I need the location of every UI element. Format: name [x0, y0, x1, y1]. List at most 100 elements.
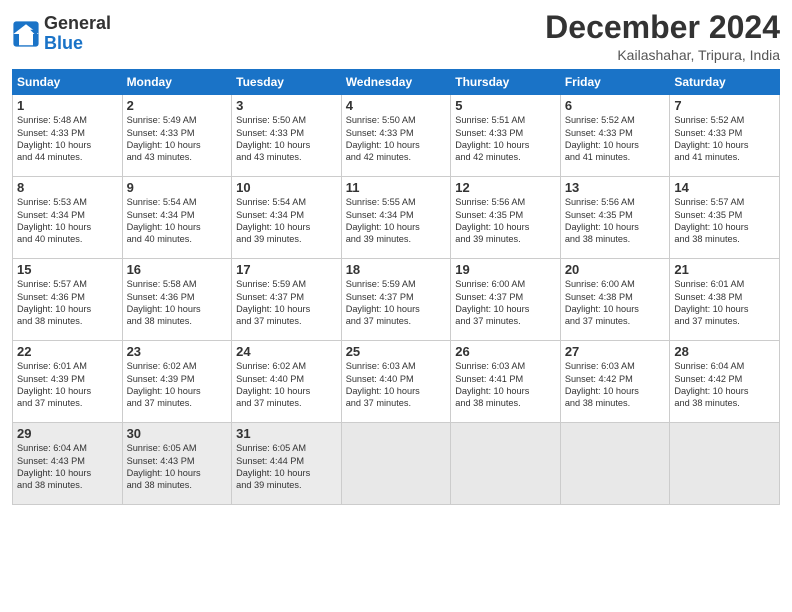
calendar-cell: 31Sunrise: 6:05 AMSunset: 4:44 PMDayligh… [232, 423, 342, 505]
calendar-cell: 29Sunrise: 6:04 AMSunset: 4:43 PMDayligh… [13, 423, 123, 505]
day-number: 22 [17, 344, 118, 359]
day-number: 25 [346, 344, 447, 359]
calendar-table: Sunday Monday Tuesday Wednesday Thursday… [12, 69, 780, 505]
day-info: Sunrise: 6:03 AMSunset: 4:41 PMDaylight:… [455, 360, 556, 410]
calendar-cell [560, 423, 670, 505]
day-number: 6 [565, 98, 666, 113]
day-number: 2 [127, 98, 228, 113]
day-number: 13 [565, 180, 666, 195]
day-info: Sunrise: 5:55 AMSunset: 4:34 PMDaylight:… [346, 196, 447, 246]
day-info: Sunrise: 6:05 AMSunset: 4:43 PMDaylight:… [127, 442, 228, 492]
col-tuesday: Tuesday [232, 70, 342, 95]
day-info: Sunrise: 6:00 AMSunset: 4:37 PMDaylight:… [455, 278, 556, 328]
calendar-cell [341, 423, 451, 505]
day-number: 27 [565, 344, 666, 359]
day-number: 21 [674, 262, 775, 277]
day-info: Sunrise: 5:57 AMSunset: 4:36 PMDaylight:… [17, 278, 118, 328]
month-title: December 2024 [545, 10, 780, 45]
day-number: 30 [127, 426, 228, 441]
day-info: Sunrise: 5:50 AMSunset: 4:33 PMDaylight:… [236, 114, 337, 164]
day-info: Sunrise: 5:52 AMSunset: 4:33 PMDaylight:… [674, 114, 775, 164]
day-number: 11 [346, 180, 447, 195]
col-saturday: Saturday [670, 70, 780, 95]
day-number: 24 [236, 344, 337, 359]
col-friday: Friday [560, 70, 670, 95]
calendar-cell: 8Sunrise: 5:53 AMSunset: 4:34 PMDaylight… [13, 177, 123, 259]
day-info: Sunrise: 5:59 AMSunset: 4:37 PMDaylight:… [346, 278, 447, 328]
day-number: 4 [346, 98, 447, 113]
day-number: 15 [17, 262, 118, 277]
col-sunday: Sunday [13, 70, 123, 95]
calendar-cell: 27Sunrise: 6:03 AMSunset: 4:42 PMDayligh… [560, 341, 670, 423]
day-number: 7 [674, 98, 775, 113]
day-info: Sunrise: 5:54 AMSunset: 4:34 PMDaylight:… [236, 196, 337, 246]
day-info: Sunrise: 5:56 AMSunset: 4:35 PMDaylight:… [455, 196, 556, 246]
day-info: Sunrise: 6:05 AMSunset: 4:44 PMDaylight:… [236, 442, 337, 492]
calendar-cell: 14Sunrise: 5:57 AMSunset: 4:35 PMDayligh… [670, 177, 780, 259]
calendar-cell: 24Sunrise: 6:02 AMSunset: 4:40 PMDayligh… [232, 341, 342, 423]
calendar-cell: 3Sunrise: 5:50 AMSunset: 4:33 PMDaylight… [232, 95, 342, 177]
logo-general: General [44, 13, 111, 33]
day-info: Sunrise: 5:52 AMSunset: 4:33 PMDaylight:… [565, 114, 666, 164]
day-info: Sunrise: 5:49 AMSunset: 4:33 PMDaylight:… [127, 114, 228, 164]
logo: General Blue [12, 14, 111, 54]
day-number: 12 [455, 180, 556, 195]
calendar-cell: 21Sunrise: 6:01 AMSunset: 4:38 PMDayligh… [670, 259, 780, 341]
day-info: Sunrise: 6:02 AMSunset: 4:39 PMDaylight:… [127, 360, 228, 410]
day-info: Sunrise: 5:51 AMSunset: 4:33 PMDaylight:… [455, 114, 556, 164]
day-header-row: Sunday Monday Tuesday Wednesday Thursday… [13, 70, 780, 95]
calendar-cell: 4Sunrise: 5:50 AMSunset: 4:33 PMDaylight… [341, 95, 451, 177]
day-info: Sunrise: 5:56 AMSunset: 4:35 PMDaylight:… [565, 196, 666, 246]
day-number: 19 [455, 262, 556, 277]
day-number: 5 [455, 98, 556, 113]
day-info: Sunrise: 5:58 AMSunset: 4:36 PMDaylight:… [127, 278, 228, 328]
calendar-cell: 11Sunrise: 5:55 AMSunset: 4:34 PMDayligh… [341, 177, 451, 259]
day-info: Sunrise: 6:02 AMSunset: 4:40 PMDaylight:… [236, 360, 337, 410]
day-info: Sunrise: 5:57 AMSunset: 4:35 PMDaylight:… [674, 196, 775, 246]
day-number: 8 [17, 180, 118, 195]
day-info: Sunrise: 5:53 AMSunset: 4:34 PMDaylight:… [17, 196, 118, 246]
col-monday: Monday [122, 70, 232, 95]
calendar-container: General Blue December 2024 Kailashahar, … [0, 0, 792, 513]
day-info: Sunrise: 6:01 AMSunset: 4:38 PMDaylight:… [674, 278, 775, 328]
calendar-cell: 18Sunrise: 5:59 AMSunset: 4:37 PMDayligh… [341, 259, 451, 341]
calendar-cell [451, 423, 561, 505]
day-number: 3 [236, 98, 337, 113]
day-number: 28 [674, 344, 775, 359]
day-info: Sunrise: 6:03 AMSunset: 4:42 PMDaylight:… [565, 360, 666, 410]
title-block: December 2024 Kailashahar, Tripura, Indi… [545, 10, 780, 63]
day-number: 10 [236, 180, 337, 195]
calendar-cell: 26Sunrise: 6:03 AMSunset: 4:41 PMDayligh… [451, 341, 561, 423]
col-wednesday: Wednesday [341, 70, 451, 95]
location: Kailashahar, Tripura, India [545, 47, 780, 63]
calendar-cell: 30Sunrise: 6:05 AMSunset: 4:43 PMDayligh… [122, 423, 232, 505]
calendar-body: 1Sunrise: 5:48 AMSunset: 4:33 PMDaylight… [13, 95, 780, 505]
calendar-cell: 17Sunrise: 5:59 AMSunset: 4:37 PMDayligh… [232, 259, 342, 341]
day-number: 18 [346, 262, 447, 277]
calendar-cell: 13Sunrise: 5:56 AMSunset: 4:35 PMDayligh… [560, 177, 670, 259]
calendar-cell: 22Sunrise: 6:01 AMSunset: 4:39 PMDayligh… [13, 341, 123, 423]
calendar-cell: 20Sunrise: 6:00 AMSunset: 4:38 PMDayligh… [560, 259, 670, 341]
calendar-cell [670, 423, 780, 505]
calendar-cell: 25Sunrise: 6:03 AMSunset: 4:40 PMDayligh… [341, 341, 451, 423]
day-number: 29 [17, 426, 118, 441]
day-info: Sunrise: 5:50 AMSunset: 4:33 PMDaylight:… [346, 114, 447, 164]
calendar-cell: 12Sunrise: 5:56 AMSunset: 4:35 PMDayligh… [451, 177, 561, 259]
day-info: Sunrise: 5:48 AMSunset: 4:33 PMDaylight:… [17, 114, 118, 164]
calendar-cell: 23Sunrise: 6:02 AMSunset: 4:39 PMDayligh… [122, 341, 232, 423]
week-row-2: 8Sunrise: 5:53 AMSunset: 4:34 PMDaylight… [13, 177, 780, 259]
day-number: 16 [127, 262, 228, 277]
day-number: 1 [17, 98, 118, 113]
day-number: 9 [127, 180, 228, 195]
calendar-cell: 2Sunrise: 5:49 AMSunset: 4:33 PMDaylight… [122, 95, 232, 177]
day-info: Sunrise: 5:59 AMSunset: 4:37 PMDaylight:… [236, 278, 337, 328]
day-number: 20 [565, 262, 666, 277]
day-number: 14 [674, 180, 775, 195]
week-row-4: 22Sunrise: 6:01 AMSunset: 4:39 PMDayligh… [13, 341, 780, 423]
calendar-cell: 10Sunrise: 5:54 AMSunset: 4:34 PMDayligh… [232, 177, 342, 259]
week-row-3: 15Sunrise: 5:57 AMSunset: 4:36 PMDayligh… [13, 259, 780, 341]
calendar-cell: 6Sunrise: 5:52 AMSunset: 4:33 PMDaylight… [560, 95, 670, 177]
day-number: 31 [236, 426, 337, 441]
week-row-1: 1Sunrise: 5:48 AMSunset: 4:33 PMDaylight… [13, 95, 780, 177]
calendar-cell: 28Sunrise: 6:04 AMSunset: 4:42 PMDayligh… [670, 341, 780, 423]
